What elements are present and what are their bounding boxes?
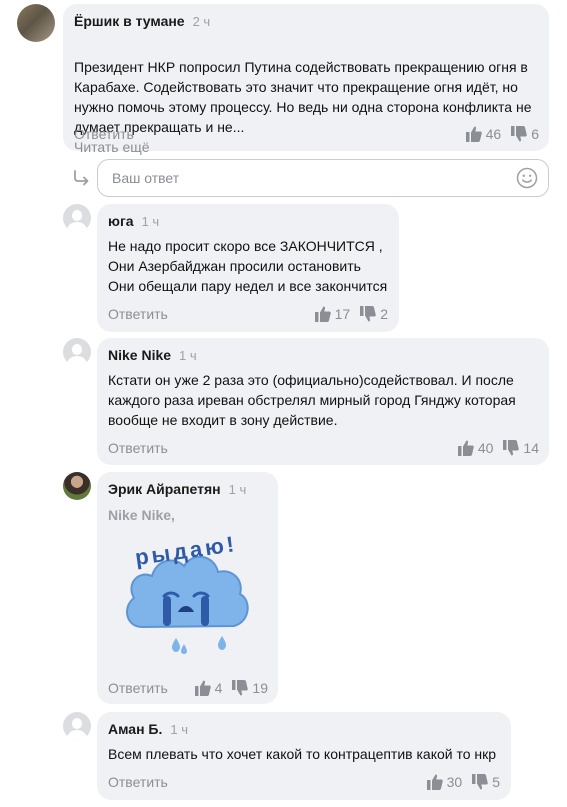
author-name[interactable]: Ёршик в тумане	[74, 13, 185, 29]
like-button[interactable]: 4	[194, 680, 223, 696]
comment-body: Всем плевать что хочет какой то контраце…	[108, 746, 497, 762]
reply-button[interactable]: Ответить	[74, 126, 134, 142]
thumb-down-icon	[511, 126, 527, 142]
like-count: 4	[214, 680, 223, 696]
dislike-button[interactable]: 19	[232, 680, 268, 696]
dislike-count: 5	[492, 774, 500, 790]
dislike-button[interactable]: 14	[503, 440, 539, 456]
like-button[interactable]: 17	[314, 306, 351, 322]
dislike-count: 6	[531, 126, 539, 142]
reply-button[interactable]: Ответить	[108, 680, 168, 696]
thumb-up-icon	[465, 126, 482, 142]
comment-time: 2 ч	[192, 14, 211, 29]
comment-author[interactable]: юга 1 ч	[108, 213, 159, 229]
comment-author[interactable]: Аман Б. 1 ч	[108, 721, 188, 737]
comment-body: Президент НКР попросил Путина содействов…	[74, 59, 532, 135]
reply-input[interactable]	[112, 160, 512, 196]
like-button[interactable]: 30	[426, 774, 463, 790]
vote-group: 4 19	[194, 680, 268, 696]
avatar[interactable]	[63, 712, 91, 740]
dislike-button[interactable]: 6	[511, 126, 539, 142]
like-count: 46	[485, 126, 502, 142]
comment-time: 1 ч	[179, 348, 197, 363]
thumb-up-icon	[194, 680, 211, 696]
avatar[interactable]	[17, 4, 55, 42]
comment-author[interactable]: Ёршик в тумане 2 ч	[74, 13, 210, 29]
like-count: 40	[477, 440, 494, 456]
reply-button[interactable]: Ответить	[108, 774, 168, 790]
author-name[interactable]: Nike Nike	[108, 347, 171, 363]
vote-group: 17 2	[314, 306, 388, 322]
thumb-up-icon	[314, 306, 331, 322]
thumb-down-icon	[360, 306, 376, 322]
dislike-count: 2	[380, 306, 388, 322]
comment-body: Не надо просит скоро все ЗАКОНЧИТСЯ , Он…	[108, 238, 388, 294]
comment-time: 1 ч	[170, 722, 188, 737]
avatar[interactable]	[63, 338, 91, 366]
like-count: 17	[334, 306, 351, 322]
thumb-up-icon	[457, 440, 474, 456]
reply-arrow-icon	[74, 170, 89, 186]
avatar[interactable]	[63, 472, 91, 500]
thumb-down-icon	[503, 440, 520, 456]
dislike-count: 19	[252, 680, 268, 696]
reply-button[interactable]: Ответить	[108, 440, 168, 456]
dislike-button[interactable]: 2	[360, 306, 388, 322]
reply-box	[97, 159, 549, 197]
like-count: 30	[446, 774, 463, 790]
reply-button[interactable]: Ответить	[108, 306, 168, 322]
vote-group: 40 14	[457, 440, 539, 456]
author-name[interactable]: Аман Б.	[108, 721, 162, 737]
vote-group: 30 5	[426, 774, 500, 790]
thumb-up-icon	[426, 774, 443, 790]
thumb-down-icon	[472, 774, 488, 790]
dislike-count: 14	[523, 440, 539, 456]
author-name[interactable]: юга	[108, 213, 134, 229]
like-button[interactable]: 46	[465, 126, 502, 142]
comment-author[interactable]: Nike Nike 1 ч	[108, 347, 197, 363]
comment-body: Кстати он уже 2 раза это (официально)сод…	[108, 372, 516, 428]
comment-time: 1 ч	[228, 482, 247, 497]
author-name[interactable]: Эрик Айрапетян	[108, 481, 221, 497]
comment-author[interactable]: Эрик Айрапетян 1 ч	[108, 481, 246, 497]
dislike-button[interactable]: 5	[472, 774, 500, 790]
comment-time: 1 ч	[141, 214, 160, 229]
vote-group: 46 6	[465, 126, 539, 142]
crying-cloud-sticker: рыдаю!	[126, 532, 249, 654]
mention-link[interactable]: Nike Nike,	[108, 507, 175, 523]
like-button[interactable]: 40	[457, 440, 494, 456]
avatar[interactable]	[63, 204, 91, 232]
thumb-down-icon	[232, 680, 249, 696]
emoji-icon[interactable]	[516, 167, 538, 189]
